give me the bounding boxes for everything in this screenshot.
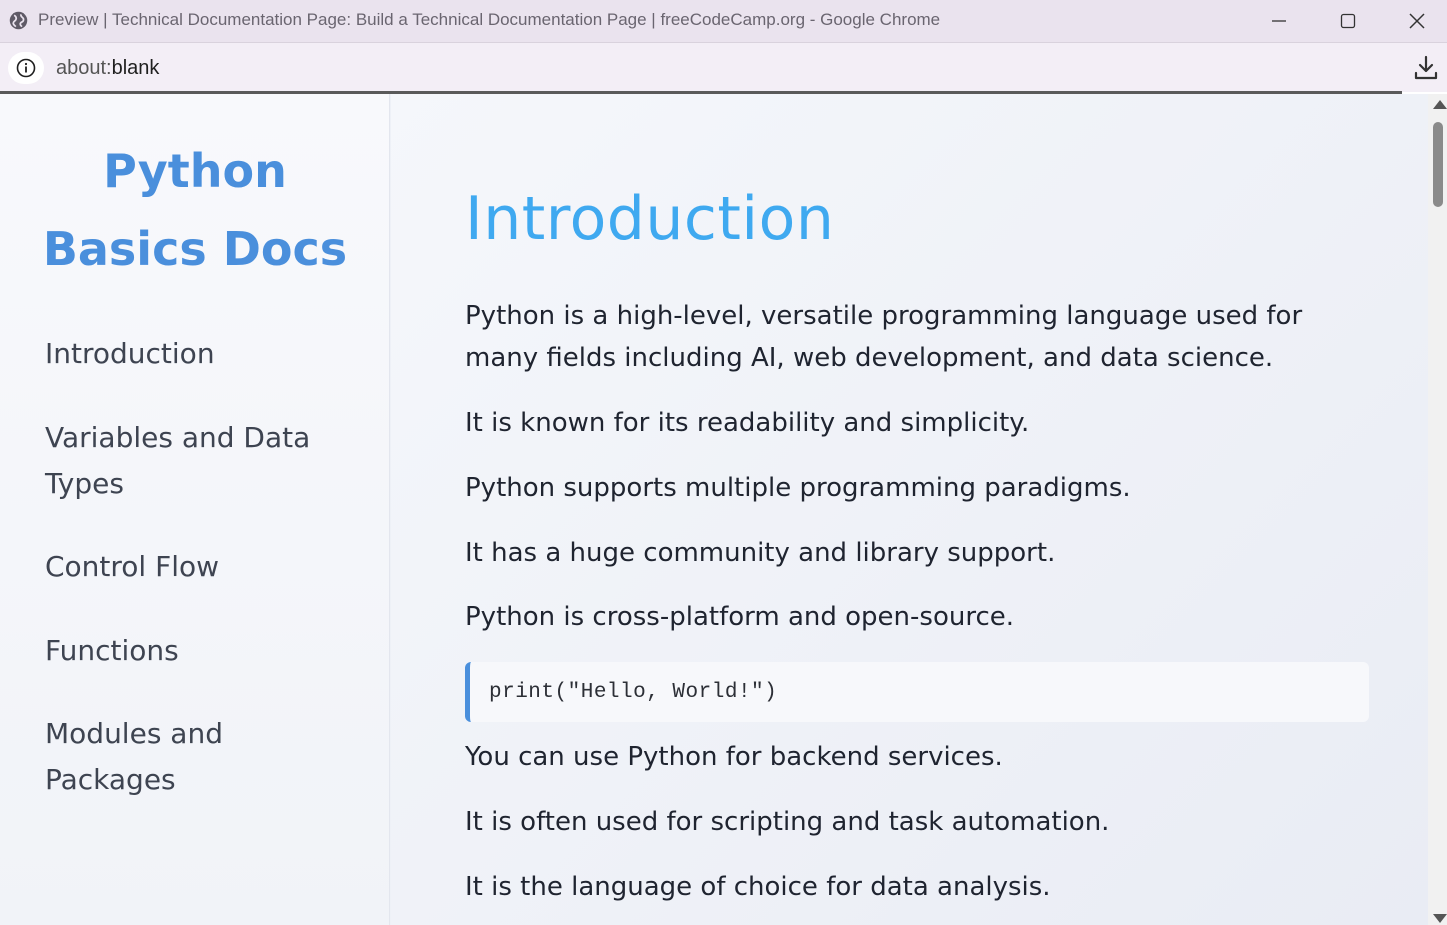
paragraph: Python supports multiple programming par… bbox=[465, 473, 1131, 503]
code-block: print("Hello, World!") bbox=[465, 662, 1369, 722]
sidebar-nav: Python Basics Docs Introduction Variable… bbox=[0, 94, 390, 925]
maximize-button[interactable] bbox=[1318, 0, 1378, 42]
sidebar-title-line1: Python bbox=[103, 144, 287, 198]
download-icon[interactable] bbox=[1412, 54, 1440, 82]
nav-link-variables[interactable]: Variables and Data Types bbox=[45, 415, 345, 507]
nav-link-modules[interactable]: Modules and Packages bbox=[45, 711, 345, 803]
browser-titlebar: Preview | Technical Documentation Page: … bbox=[0, 0, 1447, 42]
address-bar: about:blank bbox=[0, 42, 1447, 92]
close-button[interactable] bbox=[1387, 0, 1447, 42]
url-path: blank bbox=[111, 57, 160, 79]
page-viewport: Python Basics Docs Introduction Variable… bbox=[0, 94, 1428, 925]
paragraph: It is known for its readability and simp… bbox=[465, 408, 1030, 438]
info-icon bbox=[16, 58, 36, 78]
paragraph: It is often used for scripting and task … bbox=[465, 807, 1110, 837]
section-heading: Introduction bbox=[465, 184, 835, 254]
paragraph: Python is a high-level, versatile progra… bbox=[465, 301, 1303, 373]
url-scheme: about: bbox=[56, 57, 112, 79]
maximize-icon bbox=[1340, 13, 1356, 29]
nav-link-control-flow[interactable]: Control Flow bbox=[45, 544, 345, 590]
url-field[interactable]: about:blank bbox=[56, 57, 159, 80]
window-title: Preview | Technical Documentation Page: … bbox=[38, 10, 941, 29]
paragraph: Python is cross-platform and open-source… bbox=[465, 602, 1015, 632]
paragraph: It has a huge community and library supp… bbox=[465, 538, 1056, 568]
sidebar-title-line2: Basics Docs bbox=[42, 222, 348, 276]
site-info-button[interactable] bbox=[8, 52, 44, 84]
paragraph: You can use Python for backend services. bbox=[465, 742, 1003, 772]
paragraph: It is the language of choice for data an… bbox=[465, 872, 1051, 902]
vertical-scrollbar[interactable] bbox=[1428, 94, 1447, 925]
scrollbar-thumb[interactable] bbox=[1433, 122, 1443, 207]
globe-icon bbox=[9, 11, 28, 30]
nav-link-introduction[interactable]: Introduction bbox=[45, 331, 345, 377]
sidebar-title: Python Basics Docs bbox=[0, 132, 390, 288]
minimize-button[interactable] bbox=[1249, 0, 1309, 42]
nav-link-functions[interactable]: Functions bbox=[45, 628, 345, 674]
main-doc: Introduction Python is a high-level, ver… bbox=[391, 94, 1428, 925]
code-text: print("Hello, World!") bbox=[489, 680, 778, 704]
close-icon bbox=[1409, 13, 1425, 29]
scroll-up-arrow-icon[interactable] bbox=[1433, 100, 1447, 109]
scroll-down-arrow-icon[interactable] bbox=[1433, 914, 1447, 923]
minimize-icon bbox=[1272, 20, 1286, 22]
